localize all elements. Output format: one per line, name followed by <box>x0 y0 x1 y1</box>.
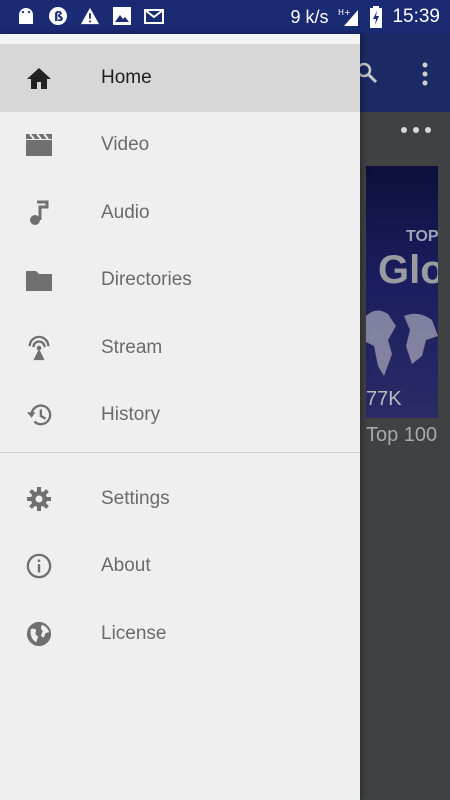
image-icon <box>112 6 132 26</box>
drawer-item-label: About <box>101 555 151 577</box>
drawer-item-stream[interactable]: Stream <box>0 314 360 382</box>
svg-text:ß: ß <box>54 10 63 25</box>
drawer-item-label: Home <box>101 66 152 88</box>
drawer-item-audio[interactable]: Audio <box>0 179 360 247</box>
android-icon <box>16 6 36 26</box>
thumbnail-view-count: 77K <box>366 388 402 410</box>
gear-icon <box>26 486 52 512</box>
drawer-item-label: Stream <box>101 336 163 358</box>
world-map-image <box>366 310 438 376</box>
movie-clapper-icon <box>26 132 52 158</box>
history-icon <box>26 402 52 428</box>
drawer-item-label: Settings <box>101 487 170 509</box>
home-icon <box>26 65 52 91</box>
signal-icon: H+ <box>338 7 360 27</box>
more-options-icon <box>422 62 428 86</box>
drawer-item-label: Directories <box>101 269 192 291</box>
thumbnail-text-top: TOP <box>406 228 438 245</box>
drawer-item-history[interactable]: History <box>0 382 360 450</box>
thumbnail-title: Top 100 <box>366 424 438 446</box>
navigation-drawer: Home Video Audio Directories Stream Hist… <box>0 34 360 800</box>
kiosk-more-icon <box>400 126 432 134</box>
network-type: H+ <box>338 8 351 17</box>
thumbnail-text-main: Glo <box>378 248 438 292</box>
drawer-item-settings[interactable]: Settings <box>0 465 360 533</box>
clock: 15:39 <box>392 6 440 27</box>
globe-icon <box>26 621 52 647</box>
b-circle-icon: ß <box>48 6 68 26</box>
drawer-item-video[interactable]: Video <box>0 112 360 180</box>
antenna-icon <box>26 335 52 361</box>
drawer-item-label: History <box>101 404 161 426</box>
status-bar: ß 9 k/s H+ 15:39 <box>0 0 450 34</box>
mail-icon <box>144 6 164 26</box>
drawer-item-label: Video <box>101 134 150 156</box>
video-thumbnail: TOP Glo 77K <box>366 166 438 418</box>
info-icon <box>26 553 52 579</box>
drawer-item-label: Audio <box>101 201 150 223</box>
drawer-item-directories[interactable]: Directories <box>0 247 360 315</box>
drawer-item-license[interactable]: License <box>0 600 360 668</box>
status-bar-notifications: ß <box>16 6 164 26</box>
network-speed: 9 k/s <box>290 6 329 27</box>
status-bar-system: 9 k/s H+ 15:39 <box>290 6 440 28</box>
battery-charging-icon <box>370 6 383 28</box>
warning-icon <box>80 6 100 26</box>
drawer-item-home[interactable]: Home <box>0 44 360 112</box>
music-note-icon <box>26 200 52 226</box>
drawer-item-about[interactable]: About <box>0 533 360 601</box>
drawer-header-strip <box>0 34 360 44</box>
drawer-divider <box>0 452 360 453</box>
folder-icon <box>26 267 52 293</box>
drawer-item-label: License <box>101 622 167 644</box>
